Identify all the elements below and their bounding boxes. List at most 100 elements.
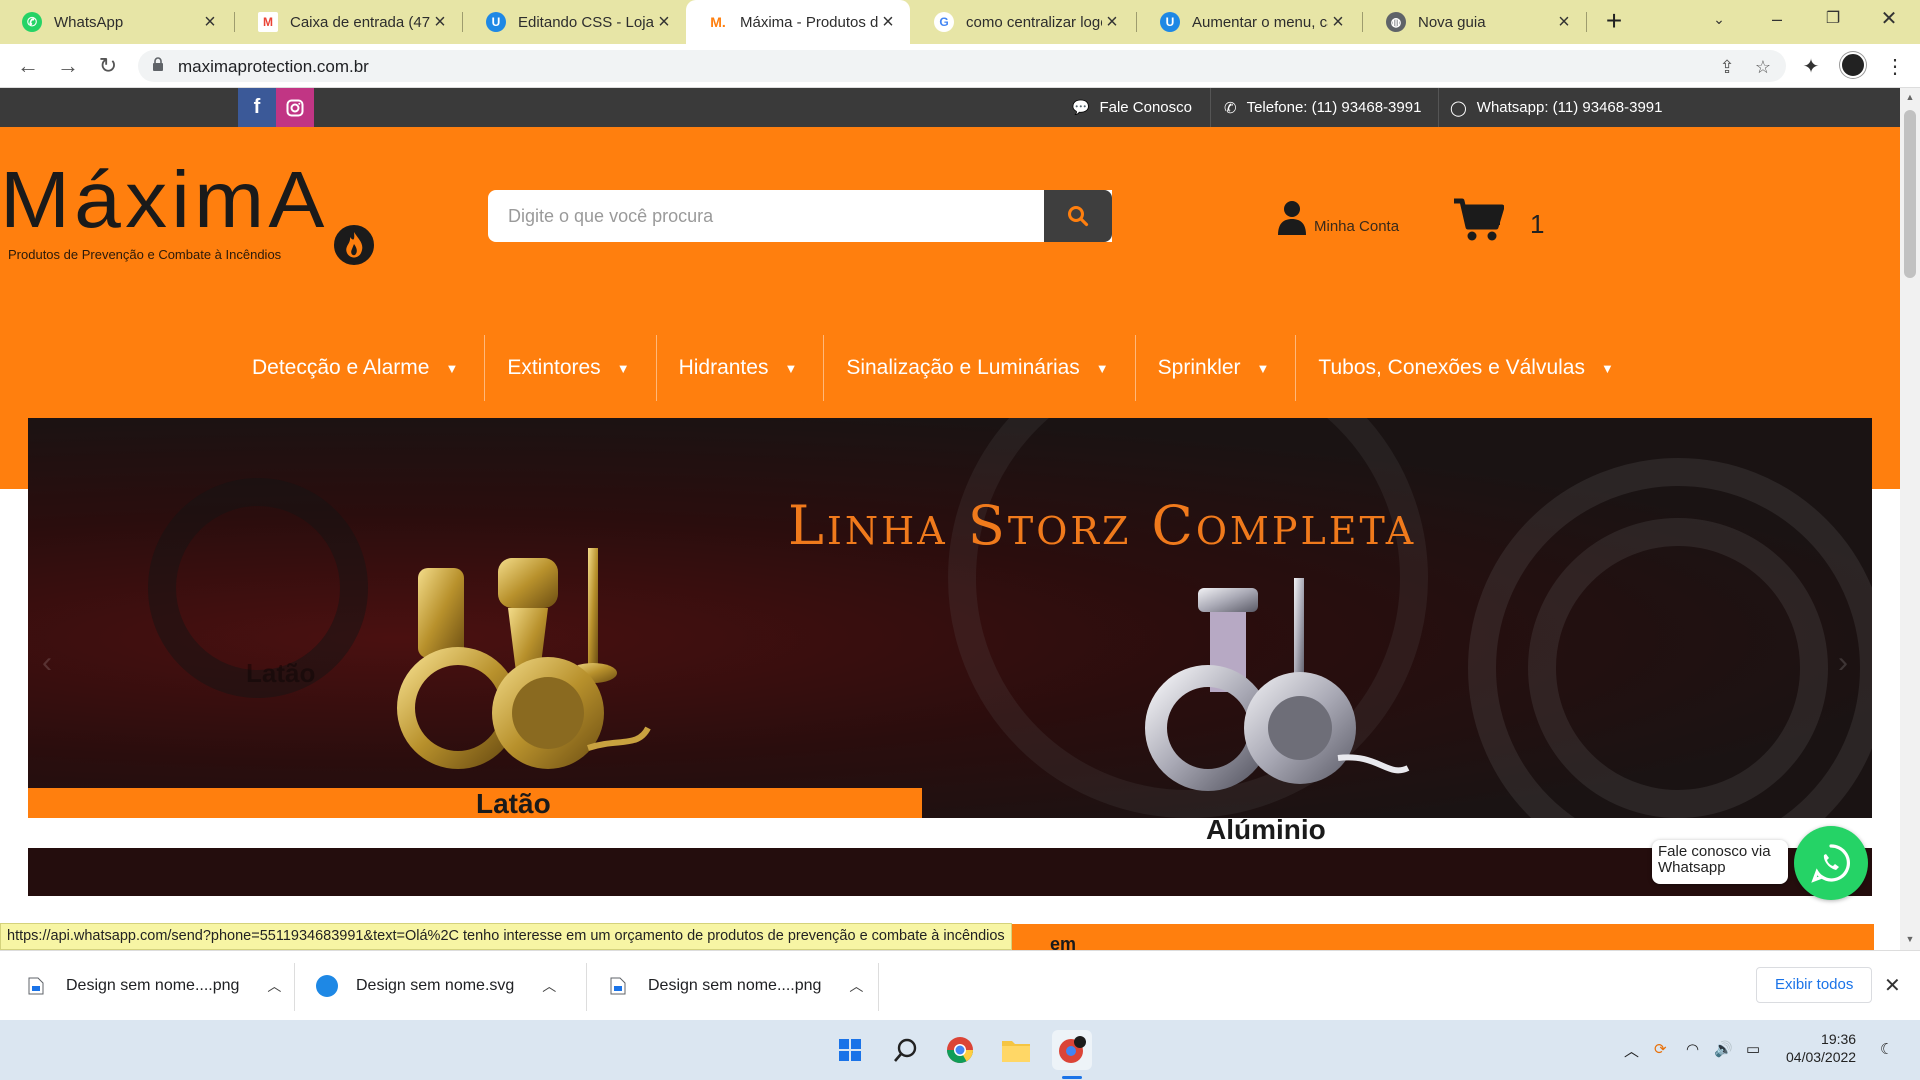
menu-item-extintores[interactable]: Extintores ▼ xyxy=(485,335,657,401)
editor-icon: U xyxy=(1160,12,1180,32)
telefone-link[interactable]: ✆ Telefone: (11) 93468-3991 xyxy=(1224,88,1421,127)
close-icon[interactable]: × xyxy=(1328,11,1348,34)
share-icon[interactable]: ⇪ xyxy=(1716,56,1738,78)
chevron-up-icon[interactable]: ︿ xyxy=(267,976,281,996)
menu-item-sinalizacao[interactable]: Sinalização e Luminárias ▼ xyxy=(824,335,1136,401)
download-item[interactable]: Design sem nome....png ︿ xyxy=(28,951,281,1021)
features-text: em xyxy=(1050,934,1077,950)
banner-label-aluminio: Alúminio xyxy=(1206,814,1326,845)
download-item[interactable]: Design sem nome.svg ︿ xyxy=(316,951,556,1021)
download-item[interactable]: Design sem nome....png ︿ xyxy=(610,951,863,1021)
link-status-url: https://api.whatsapp.com/send?phone=5511… xyxy=(0,923,1012,950)
tab-aumentar-menu[interactable]: U Aumentar o menu, ca × xyxy=(1138,0,1360,44)
whatsapp-link[interactable]: ◯ Whatsapp: (11) 93468-3991 xyxy=(1450,88,1662,127)
tab-search-button[interactable]: ⌄ xyxy=(1694,0,1744,40)
tab-title: Aumentar o menu, ca xyxy=(1192,13,1328,31)
reload-button[interactable]: ↻ xyxy=(94,52,122,80)
browser-toolbar: ← → ↻ maximaprotection.com.br ⇪ ☆ ✦ ⋮ xyxy=(0,44,1920,88)
menu-kebab-icon[interactable]: ⋮ xyxy=(1882,54,1908,80)
new-tab-button[interactable]: + xyxy=(1598,6,1630,38)
close-icon[interactable]: × xyxy=(1102,11,1122,34)
brass-couplings-image xyxy=(397,548,651,769)
lock-icon xyxy=(153,57,163,71)
whatsapp-bubble[interactable]: Fale conosco via Whatsapp xyxy=(1652,840,1788,884)
back-button[interactable]: ← xyxy=(14,52,42,80)
clock-date: 04/03/2022 xyxy=(1786,1049,1857,1065)
file-explorer-icon[interactable] xyxy=(996,1030,1036,1070)
search-icon xyxy=(1068,206,1089,227)
tab-gmail[interactable]: M Caixa de entrada (47) × xyxy=(236,0,462,44)
tab-title: Caixa de entrada (47) xyxy=(290,13,430,31)
tab-title: Editando CSS - Loja In xyxy=(518,13,654,31)
tab-whatsapp[interactable]: ✆ WhatsApp × xyxy=(0,0,232,44)
slider-next-arrow[interactable]: › xyxy=(1838,646,1848,680)
bookmark-star-icon[interactable]: ☆ xyxy=(1752,56,1774,78)
tray-overflow-icon[interactable]: ︿ xyxy=(1624,1040,1639,1061)
close-icon[interactable]: × xyxy=(200,11,220,34)
gmail-icon: M xyxy=(258,12,278,32)
page-scrollbar[interactable]: ▲ ▼ xyxy=(1900,88,1920,950)
scroll-thumb[interactable] xyxy=(1904,110,1916,278)
phone-icon: ✆ xyxy=(1224,99,1237,117)
show-all-downloads-button[interactable]: Exibir todos xyxy=(1756,967,1873,1003)
close-icon[interactable]: × xyxy=(878,11,898,34)
menu-item-tubos[interactable]: Tubos, Conexões e Válvulas ▼ xyxy=(1296,335,1639,401)
chrome-profile-icon[interactable] xyxy=(1052,1030,1092,1070)
extensions-icon[interactable]: ✦ xyxy=(1798,54,1824,80)
minimize-button[interactable]: – xyxy=(1752,0,1802,40)
slider-prev-arrow[interactable]: ‹ xyxy=(42,646,52,680)
search-bar xyxy=(488,190,1112,242)
account-label: Minha Conta xyxy=(1314,218,1400,235)
chevron-up-icon[interactable]: ︿ xyxy=(849,976,863,996)
telefone-label: Telefone: (11) 93468-3991 xyxy=(1246,99,1422,116)
profile-avatar[interactable] xyxy=(1840,52,1866,78)
close-icon[interactable]: × xyxy=(654,11,674,34)
volume-icon[interactable]: 🔊 xyxy=(1714,1040,1733,1058)
system-clock[interactable]: 19:36 04/03/2022 xyxy=(1786,1030,1856,1066)
search-button[interactable] xyxy=(1044,190,1112,242)
menu-item-hidrantes[interactable]: Hidrantes ▼ xyxy=(657,335,825,401)
whatsapp-icon: ✆ xyxy=(22,12,42,32)
wifi-icon[interactable]: ◠ xyxy=(1686,1040,1699,1058)
banner-lower-strip xyxy=(28,848,1872,896)
tab-google-search[interactable]: G como centralizar logo × xyxy=(912,0,1134,44)
windows-start-icon[interactable] xyxy=(830,1030,870,1070)
scroll-up-arrow[interactable]: ▲ xyxy=(1900,92,1920,102)
battery-icon[interactable]: ▭ xyxy=(1746,1040,1760,1058)
main-menu: Detecção e Alarme ▼ Extintores ▼ Hidrantes… xyxy=(230,335,1640,401)
cart-icon xyxy=(1454,198,1505,241)
chevron-down-icon: ▼ xyxy=(1095,360,1109,376)
whatsapp-float-button[interactable] xyxy=(1794,826,1868,900)
close-downloads-icon[interactable]: ✕ xyxy=(1884,973,1901,998)
hero-banner[interactable]: Linha Storz Completa Latão Latão Alúmini… xyxy=(28,418,1872,896)
tab-editando-css[interactable]: U Editando CSS - Loja In × xyxy=(464,0,686,44)
downloads-bar: Design sem nome....png ︿ Design sem nome… xyxy=(0,950,1920,1020)
chevron-up-icon[interactable]: ︿ xyxy=(542,976,556,996)
close-icon[interactable]: × xyxy=(1554,11,1574,34)
facebook-icon[interactable]: f xyxy=(238,88,276,127)
account-link[interactable]: Minha Conta xyxy=(1276,199,1399,235)
close-icon[interactable]: × xyxy=(430,11,450,34)
scroll-down-arrow[interactable]: ▼ xyxy=(1900,934,1920,944)
close-window-button[interactable]: ✕ xyxy=(1864,0,1914,40)
notifications-icon[interactable]: ☾ xyxy=(1880,1040,1893,1058)
instagram-icon[interactable] xyxy=(276,88,314,127)
menu-label: Hidrantes xyxy=(678,356,769,379)
tab-maxima[interactable]: M. Máxima - Produtos de × xyxy=(686,0,910,44)
menu-item-deteccao[interactable]: Detecção e Alarme ▼ xyxy=(230,335,486,401)
menu-item-sprinkler[interactable]: Sprinkler ▼ xyxy=(1136,335,1297,401)
menu-label: Sinalização e Luminárias xyxy=(846,356,1080,379)
restore-button[interactable]: ❐ xyxy=(1808,0,1858,40)
menu-label: Sprinkler xyxy=(1157,356,1241,379)
address-bar[interactable]: maximaprotection.com.br ⇪ ☆ xyxy=(138,50,1786,82)
chevron-down-icon: ▼ xyxy=(1256,360,1270,376)
cart-button[interactable] xyxy=(1452,197,1505,243)
search-icon[interactable] xyxy=(886,1030,926,1070)
site-logo[interactable]: MáximA Produtos de Prevenção e Combate à… xyxy=(0,155,380,265)
forward-button[interactable]: → xyxy=(54,52,82,80)
search-input[interactable] xyxy=(488,190,1042,242)
tab-nova-guia[interactable]: ◍ Nova guia × xyxy=(1364,0,1586,44)
sync-icon[interactable]: ⟳ xyxy=(1654,1040,1667,1058)
chrome-icon[interactable] xyxy=(940,1030,980,1070)
fale-conosco-link[interactable]: 💬 Fale Conosco xyxy=(1072,88,1192,127)
